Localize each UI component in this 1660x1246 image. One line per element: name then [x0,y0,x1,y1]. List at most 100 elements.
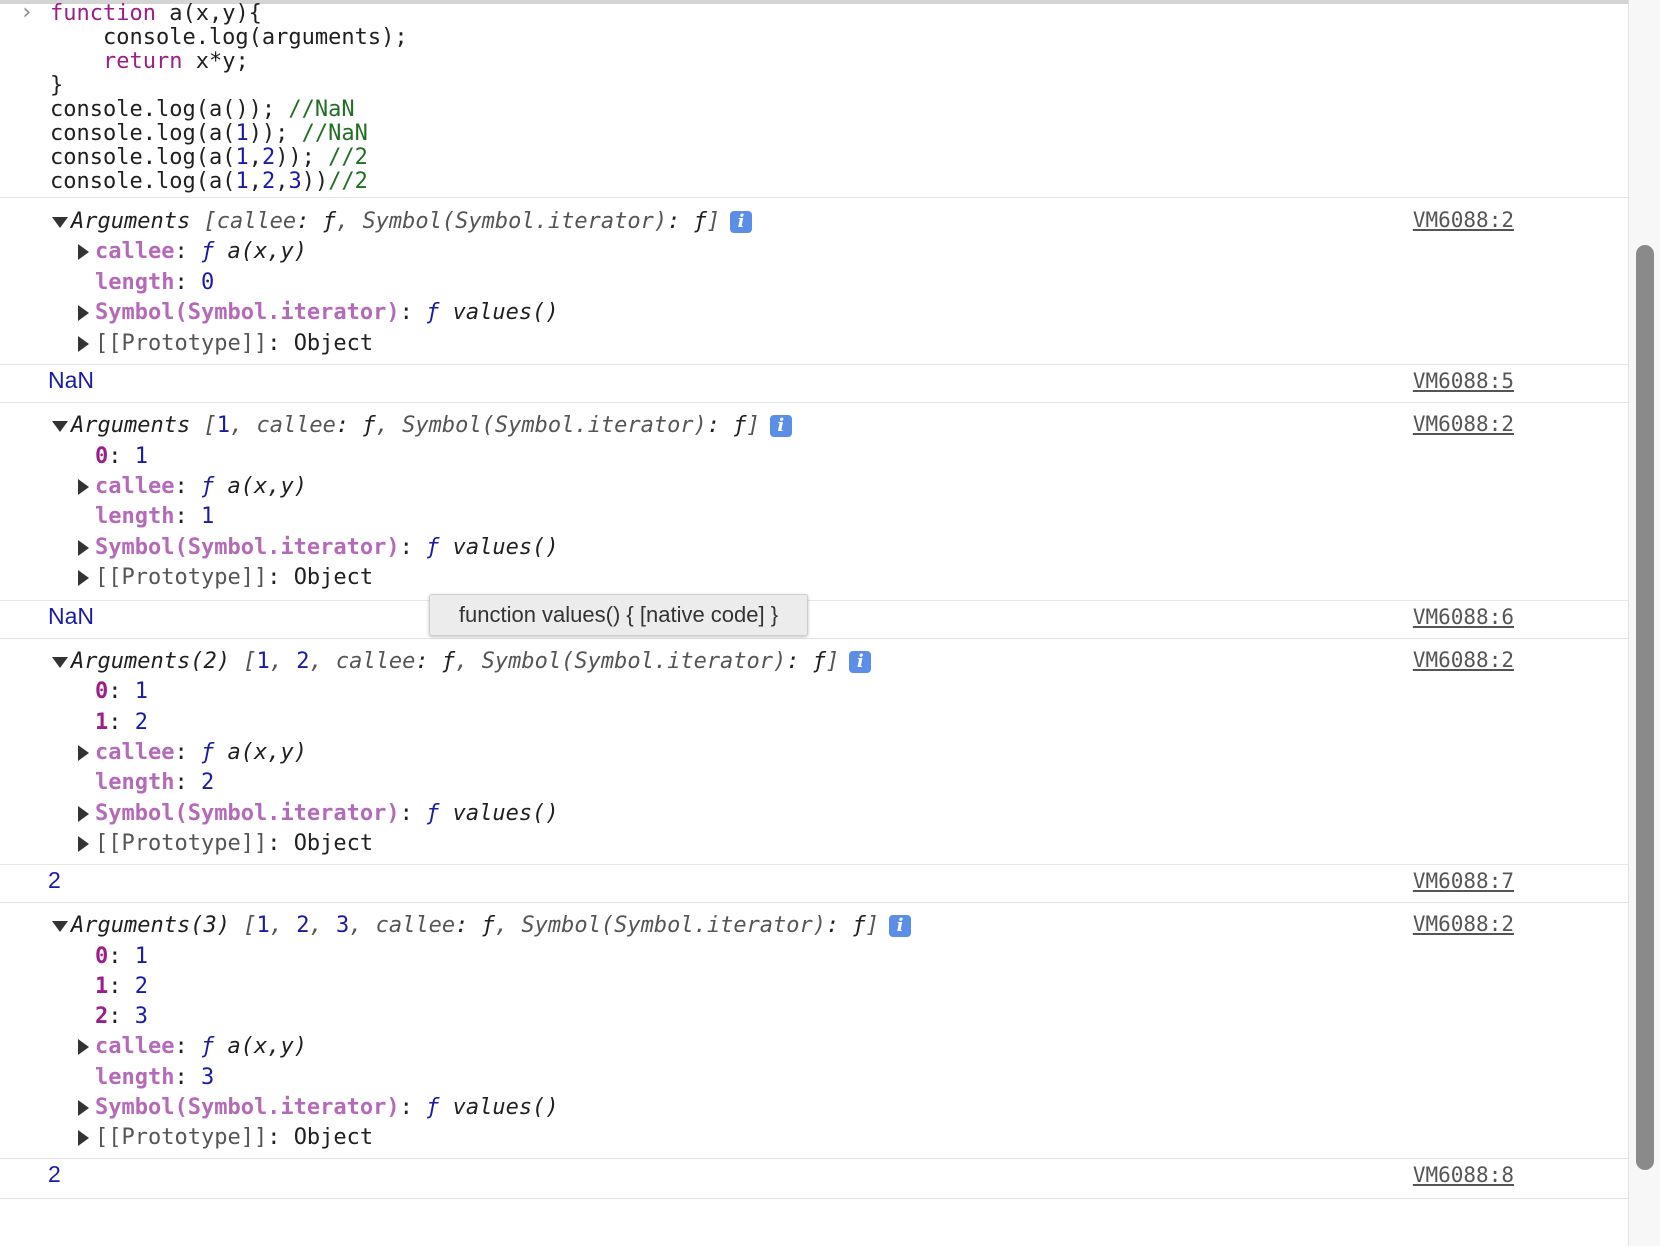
property-row: 0: 1 [95,941,148,973]
info-icon[interactable]: i [730,211,753,233]
property-colon: : [399,535,427,560]
property-key: Symbol(Symbol.iterator) [95,801,400,826]
property-row[interactable]: callee: ƒ a(x,y) [78,1031,307,1063]
text-segment: )) [301,169,329,194]
source-link[interactable]: VM6088:7 [1413,869,1514,893]
text-segment: Object [293,565,374,590]
text-segment: , [309,913,336,938]
arguments-summary[interactable]: Arguments [callee: ƒ, Symbol(Symbol.iter… [52,206,753,238]
property-row[interactable]: [[Prototype]]: Object [78,1122,373,1154]
triangle-right-icon[interactable] [78,1039,89,1055]
property-key: 0 [95,944,109,969]
info-icon[interactable]: i [769,415,792,437]
message-separator [0,402,1628,403]
property-colon: : [174,1034,201,1059]
property-row: 1: 2 [95,971,148,1003]
text-segment: 3 [134,1004,148,1029]
property-colon: : [267,331,294,356]
text-segment: 2 [261,169,276,194]
property-row: 0: 1 [95,676,148,708]
property-row[interactable]: Symbol(Symbol.iterator): ƒ values() [78,798,559,830]
triangle-right-icon[interactable] [78,479,89,495]
property-row[interactable]: [[Prototype]]: Object [78,328,373,360]
property-row[interactable]: Symbol(Symbol.iterator): ƒ values() [78,297,559,329]
text-segment: ] [706,209,721,234]
text-segment: 1 [256,649,270,674]
text-segment: ] [746,413,760,438]
property-colon: : [108,974,135,999]
message-separator [0,638,1628,639]
property-row[interactable]: callee: ƒ a(x,y) [78,236,307,268]
text-segment: 3 [200,1065,215,1090]
source-link[interactable]: VM6088:2 [1413,912,1514,936]
property-row[interactable]: callee: ƒ a(x,y) [78,471,307,503]
arguments-summary[interactable]: Arguments [1, callee: ƒ, Symbol(Symbol.i… [52,410,792,442]
text-segment: : ƒ [706,413,747,438]
property-key: length [95,770,175,795]
property-row[interactable]: [[Prototype]]: Object [78,562,373,594]
text-segment: return [102,49,183,74]
property-key: Symbol(Symbol.iterator) [95,535,400,560]
text-segment: values() [439,801,559,826]
text-segment: Object [293,331,374,356]
text-segment: , Symbol(Symbol.iterator) [455,649,787,674]
triangle-right-icon[interactable] [78,336,89,352]
triangle-down-icon[interactable] [52,920,68,932]
property-key: 1 [95,710,109,735]
triangle-right-icon[interactable] [78,745,89,761]
triangle-right-icon[interactable] [78,540,89,556]
triangle-right-icon[interactable] [78,570,89,586]
text-segment: ƒ [426,300,440,325]
triangle-down-icon[interactable] [52,656,68,668]
property-colon: : [174,1065,201,1090]
property-key: length [95,1065,175,1090]
property-row: length: 0 [95,267,214,299]
triangle-right-icon[interactable] [78,1100,89,1116]
triangle-right-icon[interactable] [78,244,89,260]
triangle-right-icon[interactable] [78,1130,89,1146]
text-segment: 2 [296,649,310,674]
property-colon: : [174,474,201,499]
text-segment: 2 [134,974,148,999]
property-row[interactable]: callee: ƒ a(x,y) [78,737,307,769]
message-separator [0,864,1628,865]
text-segment: Arguments [71,413,204,438]
text-segment: a(x,y) [214,239,307,264]
text-segment: a(x,y) [214,1034,307,1059]
property-colon: : [399,300,427,325]
property-colon: : [108,710,135,735]
triangle-down-icon[interactable] [52,420,68,432]
info-icon[interactable]: i [849,651,872,673]
property-row[interactable]: [[Prototype]]: Object [78,828,373,860]
source-link[interactable]: VM6088:8 [1413,1163,1514,1187]
text-segment: ƒ [426,1095,440,1120]
property-row[interactable]: Symbol(Symbol.iterator): ƒ values() [78,532,559,564]
source-link[interactable]: VM6088:2 [1413,208,1514,232]
arguments-summary[interactable]: Arguments(2) [1, 2, callee: ƒ, Symbol(Sy… [52,646,872,678]
triangle-down-icon[interactable] [52,216,68,228]
text-segment: 0 [200,270,215,295]
property-row: 2: 3 [95,1001,148,1033]
property-colon: : [108,944,135,969]
message-separator [0,902,1628,903]
property-key: length [95,504,175,529]
source-link[interactable]: VM6088:6 [1413,605,1514,629]
triangle-right-icon[interactable] [78,305,89,321]
message-separator [0,197,1628,198]
info-icon[interactable]: i [889,915,912,937]
property-key: callee [95,239,175,264]
source-link[interactable]: VM6088:5 [1413,369,1514,393]
triangle-right-icon[interactable] [78,836,89,852]
code-line: return x*y; [50,46,249,78]
property-row: length: 3 [95,1062,214,1094]
scrollbar-thumb[interactable] [1636,245,1654,1170]
text-segment: a(x,y) [214,474,307,499]
source-link[interactable]: VM6088:2 [1413,412,1514,436]
tooltip: function values() { [native code] } [429,594,808,636]
triangle-right-icon[interactable] [78,806,89,822]
property-key: callee [95,740,175,765]
text-segment: , [248,169,262,194]
property-row[interactable]: Symbol(Symbol.iterator): ƒ values() [78,1092,559,1124]
arguments-summary[interactable]: Arguments(3) [1, 2, 3, callee: ƒ, Symbol… [52,910,912,942]
source-link[interactable]: VM6088:2 [1413,648,1514,672]
